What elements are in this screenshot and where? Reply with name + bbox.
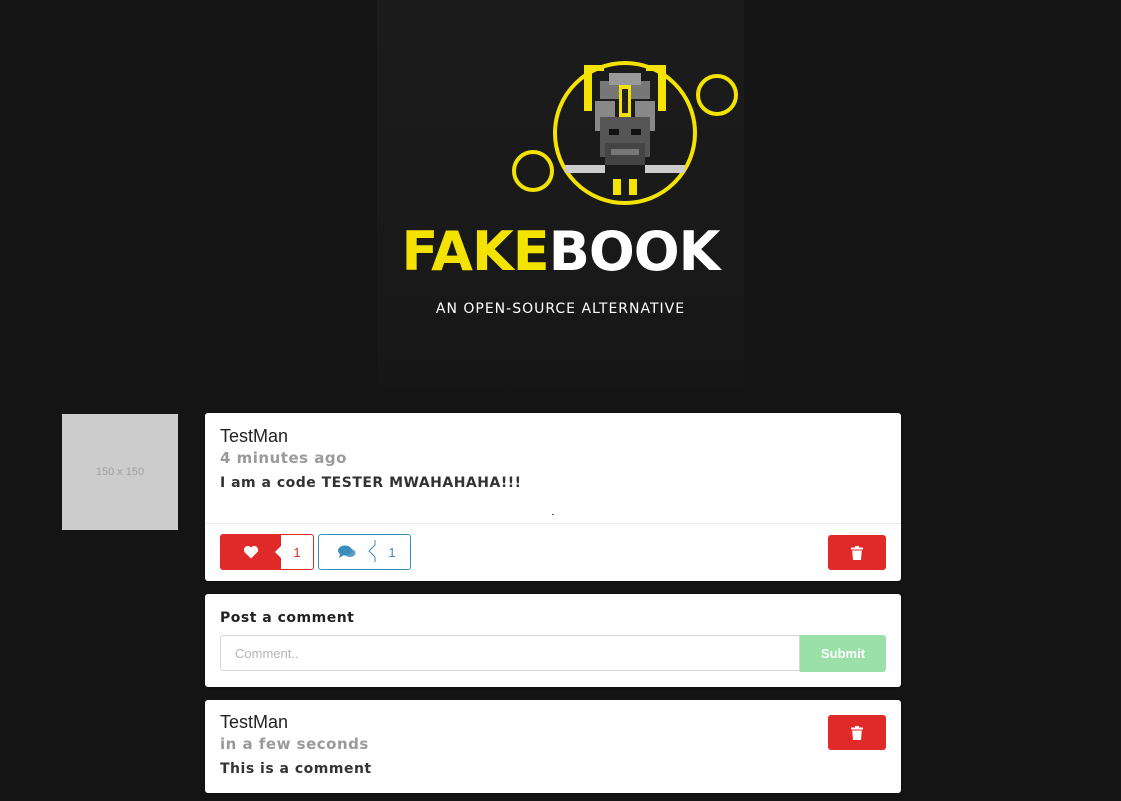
trash-icon <box>851 545 863 560</box>
post-timestamp: 4 minutes ago <box>220 449 347 467</box>
comment-form-label: Post a comment <box>220 610 355 626</box>
delete-comment-button[interactable] <box>828 715 886 750</box>
comment-count-value: 1 <box>388 544 396 560</box>
comment-author[interactable]: TestMan <box>220 712 288 733</box>
comments-icon <box>338 545 356 558</box>
post-divider <box>205 523 901 524</box>
comment-count-pointer <box>368 540 376 562</box>
comment-timestamp: in a few seconds <box>220 735 369 753</box>
comment-card: TestMan in a few seconds This is a comme… <box>205 700 901 793</box>
comment-text: This is a comment <box>220 761 372 777</box>
comment-input[interactable] <box>220 635 800 671</box>
post-card: TestMan 4 minutes ago I am a code TESTER… <box>205 413 901 581</box>
brand-title-part2: BOOK <box>548 220 721 283</box>
comment-form: Post a comment Submit <box>205 594 901 687</box>
post-author[interactable]: TestMan <box>220 426 288 447</box>
post-image-placeholder <box>552 514 554 515</box>
like-count[interactable]: 1 <box>281 534 314 570</box>
avatar-placeholder-text: 150 x 150 <box>95 466 145 478</box>
brand-tagline: AN OPEN-SOURCE ALTERNATIVE <box>435 301 686 317</box>
brand-title-part1: FAKE <box>401 220 549 283</box>
brand-title: FAKEBOOK <box>0 222 1121 282</box>
heart-icon <box>243 545 259 559</box>
comment-button[interactable] <box>318 534 375 570</box>
like-count-value: 1 <box>293 544 301 560</box>
fakebook-logo <box>512 61 738 205</box>
delete-post-button[interactable] <box>828 535 886 570</box>
submit-comment-button[interactable]: Submit <box>800 635 886 672</box>
post-text: I am a code TESTER MWAHAHAHA!!! <box>220 475 522 491</box>
comment-count[interactable]: 1 <box>374 534 411 570</box>
trash-icon <box>851 725 863 740</box>
like-button[interactable] <box>220 534 282 570</box>
like-count-pointer <box>275 546 281 558</box>
avatar: 150 x 150 <box>62 414 178 530</box>
